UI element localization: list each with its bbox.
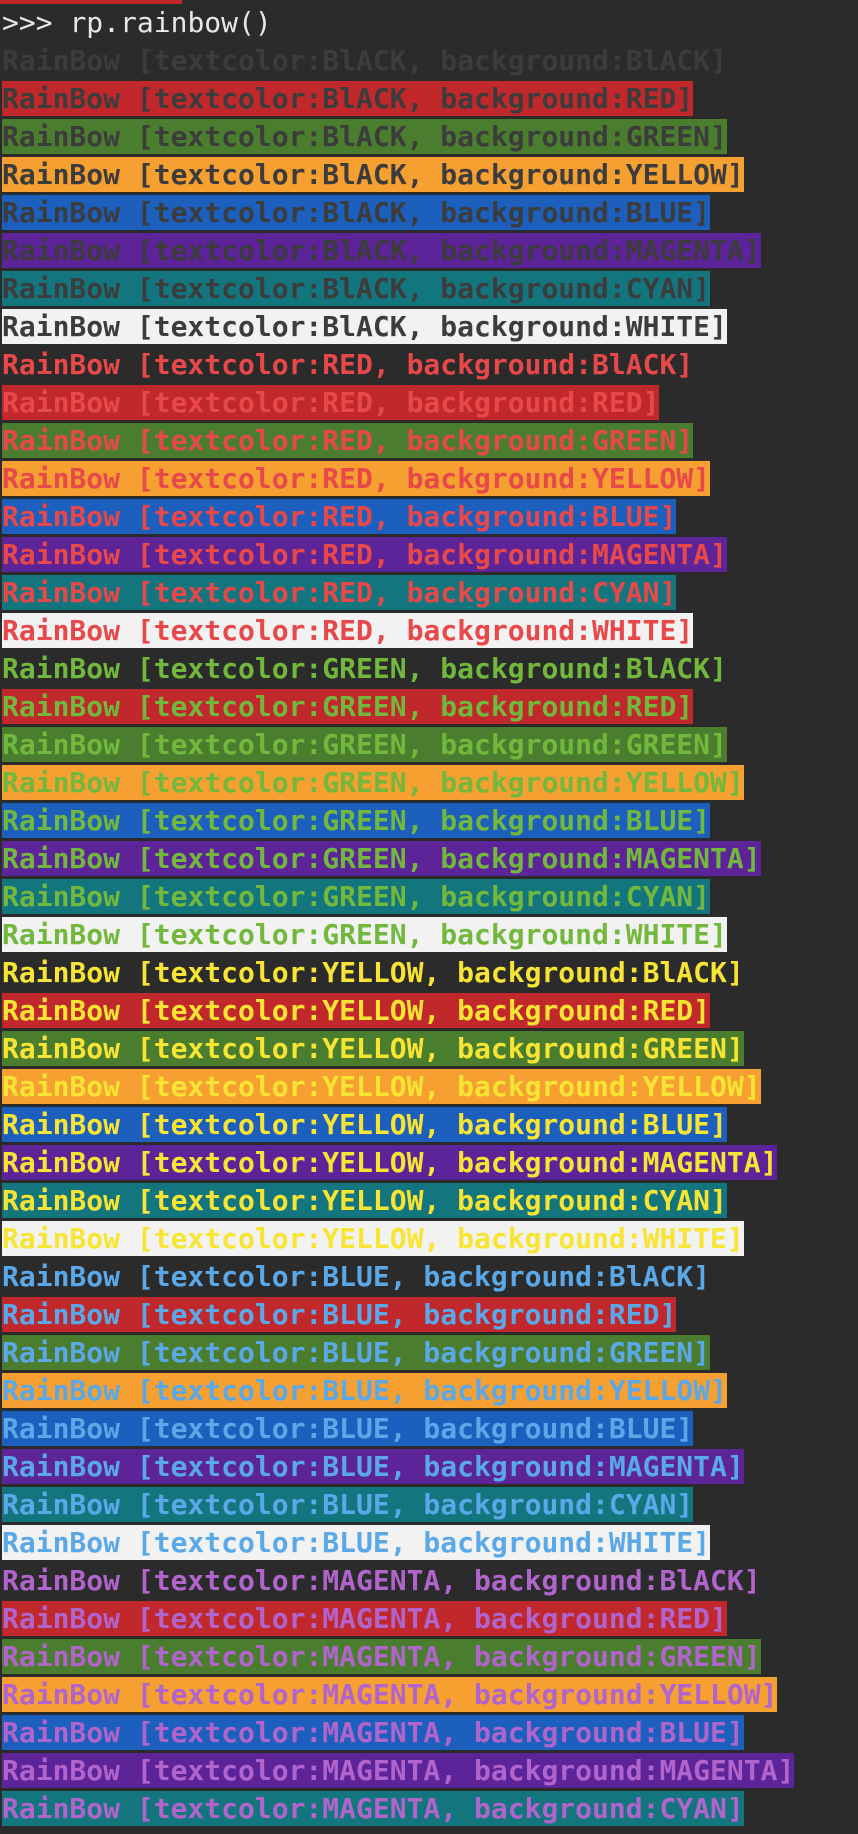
output-line-text: RainBow [textcolor:BlACK, background:BlA…: [2, 43, 727, 78]
output-line: RainBow [textcolor:BLUE, background:BLUE…: [2, 1410, 794, 1448]
output-line: RainBow [textcolor:BLUE, background:WHIT…: [2, 1524, 794, 1562]
output-line-text: RainBow [textcolor:YELLOW, background:GR…: [2, 1031, 744, 1066]
output-line-text: RainBow [textcolor:RED, background:CYAN]: [2, 575, 677, 610]
output-line-text: RainBow [textcolor:GREEN, background:WHI…: [2, 917, 727, 952]
output-line: RainBow [textcolor:RED, background:WHITE…: [2, 612, 794, 650]
output-line: RainBow [textcolor:BlACK, background:MAG…: [2, 232, 794, 270]
output-line: RainBow [textcolor:GREEN, background:RED…: [2, 688, 794, 726]
output-line-text: RainBow [textcolor:BLUE, background:CYAN…: [2, 1487, 694, 1522]
output-line: RainBow [textcolor:GREEN, background:WHI…: [2, 916, 794, 954]
output-line: RainBow [textcolor:MAGENTA, background:C…: [2, 1790, 794, 1828]
output-line: RainBow [textcolor:BLUE, background:RED]: [2, 1296, 794, 1334]
output-line-text: RainBow [textcolor:GREEN, background:RED…: [2, 689, 694, 724]
output-line-text: RainBow [textcolor:BLUE, background:YELL…: [2, 1373, 727, 1408]
output-line: RainBow [textcolor:RED, background:YELLO…: [2, 460, 794, 498]
output-line: RainBow [textcolor:YELLOW, background:YE…: [2, 1068, 794, 1106]
output-line: RainBow [textcolor:RED, background:GREEN…: [2, 422, 794, 460]
output-line-text: RainBow [textcolor:BlACK, background:YEL…: [2, 157, 744, 192]
output-line: RainBow [textcolor:RED, background:MAGEN…: [2, 536, 794, 574]
output-line-text: RainBow [textcolor:MAGENTA, background:G…: [2, 1639, 761, 1674]
output-line-text: RainBow [textcolor:BLUE, background:MAGE…: [2, 1449, 744, 1484]
output-line: RainBow [textcolor:RED, background:BlACK…: [2, 346, 794, 384]
output-line-text: RainBow [textcolor:GREEN, background:YEL…: [2, 765, 744, 800]
output-line-text: RainBow [textcolor:RED, background:WHITE…: [2, 613, 694, 648]
output-line-text: RainBow [textcolor:YELLOW, background:YE…: [2, 1069, 761, 1104]
output-line: RainBow [textcolor:YELLOW, background:WH…: [2, 1220, 794, 1258]
output-line: RainBow [textcolor:BLUE, background:GREE…: [2, 1334, 794, 1372]
output-line: RainBow [textcolor:MAGENTA, background:R…: [2, 1600, 794, 1638]
output-line: RainBow [textcolor:GREEN, background:MAG…: [2, 840, 794, 878]
prompt-marker: >>>: [2, 6, 70, 39]
output-line: RainBow [textcolor:BlACK, background:BLU…: [2, 194, 794, 232]
output-line-text: RainBow [textcolor:YELLOW, background:CY…: [2, 1183, 727, 1218]
output-line-text: RainBow [textcolor:MAGENTA, background:M…: [2, 1753, 795, 1788]
output-line-text: RainBow [textcolor:MAGENTA, background:R…: [2, 1601, 727, 1636]
output-line-text: RainBow [textcolor:RED, background:MAGEN…: [2, 537, 727, 572]
output-line: RainBow [textcolor:BLUE, background:MAGE…: [2, 1448, 794, 1486]
output-line: RainBow [textcolor:MAGENTA, background:G…: [2, 1638, 794, 1676]
output-line: RainBow [textcolor:BLUE, background:CYAN…: [2, 1486, 794, 1524]
output-line-text: RainBow [textcolor:BLUE, background:WHIT…: [2, 1525, 711, 1560]
output-line: RainBow [textcolor:GREEN, background:GRE…: [2, 726, 794, 764]
output-line-text: RainBow [textcolor:BlACK, background:CYA…: [2, 271, 711, 306]
output-line: RainBow [textcolor:BLUE, background:BlAC…: [2, 1258, 794, 1296]
output-line: RainBow [textcolor:BlACK, background:YEL…: [2, 156, 794, 194]
output-line-text: RainBow [textcolor:YELLOW, background:BL…: [2, 1107, 727, 1142]
output-line-text: RainBow [textcolor:MAGENTA, background:Y…: [2, 1677, 778, 1712]
output-line: RainBow [textcolor:GREEN, background:YEL…: [2, 764, 794, 802]
output-line: RainBow [textcolor:RED, background:CYAN]: [2, 574, 794, 612]
output-line-text: RainBow [textcolor:RED, background:BLUE]: [2, 499, 677, 534]
output-line-text: RainBow [textcolor:GREEN, background:BlA…: [2, 651, 727, 686]
output-line: RainBow [textcolor:YELLOW, background:MA…: [2, 1144, 794, 1182]
output-line: RainBow [textcolor:BlACK, background:WHI…: [2, 308, 794, 346]
prompt-line: >>> rp.rainbow(): [2, 4, 272, 42]
output-line: RainBow [textcolor:YELLOW, background:GR…: [2, 1030, 794, 1068]
output-line: RainBow [textcolor:BlACK, background:RED…: [2, 80, 794, 118]
output-line-text: RainBow [textcolor:GREEN, background:MAG…: [2, 841, 761, 876]
output-line-text: RainBow [textcolor:BlACK, background:RED…: [2, 81, 694, 116]
output-line: RainBow [textcolor:RED, background:RED]: [2, 384, 794, 422]
output-line-text: RainBow [textcolor:GREEN, background:CYA…: [2, 879, 711, 914]
output-line-text: RainBow [textcolor:YELLOW, background:MA…: [2, 1145, 778, 1180]
output-line-text: RainBow [textcolor:GREEN, background:BLU…: [2, 803, 711, 838]
output-line-text: RainBow [textcolor:MAGENTA, background:B…: [2, 1563, 761, 1598]
output-line: RainBow [textcolor:GREEN, background:BLU…: [2, 802, 794, 840]
output-line: RainBow [textcolor:YELLOW, background:BL…: [2, 1106, 794, 1144]
output-line-text: RainBow [textcolor:RED, background:RED]: [2, 385, 660, 420]
output-line-text: RainBow [textcolor:BLUE, background:GREE…: [2, 1335, 711, 1370]
output-line-text: RainBow [textcolor:YELLOW, background:WH…: [2, 1221, 744, 1256]
output-line-text: RainBow [textcolor:RED, background:GREEN…: [2, 423, 694, 458]
rainbow-output: RainBow [textcolor:BlACK, background:BlA…: [2, 42, 795, 1828]
output-line: RainBow [textcolor:GREEN, background:CYA…: [2, 878, 794, 916]
output-line-text: RainBow [textcolor:BlACK, background:BLU…: [2, 195, 711, 230]
output-line-text: RainBow [textcolor:BlACK, background:GRE…: [2, 119, 727, 154]
command-text: rp.rainbow(): [69, 6, 272, 39]
output-line: RainBow [textcolor:YELLOW, background:RE…: [2, 992, 794, 1030]
output-line-text: RainBow [textcolor:RED, background:YELLO…: [2, 461, 711, 496]
output-line: RainBow [textcolor:BlACK, background:BlA…: [2, 42, 794, 80]
output-line-text: RainBow [textcolor:BlACK, background:WHI…: [2, 309, 727, 344]
output-line: RainBow [textcolor:BlACK, background:GRE…: [2, 118, 794, 156]
output-line: RainBow [textcolor:MAGENTA, background:Y…: [2, 1676, 794, 1714]
output-line-text: RainBow [textcolor:BlACK, background:MAG…: [2, 233, 761, 268]
output-line-text: RainBow [textcolor:MAGENTA, background:B…: [2, 1715, 744, 1750]
output-line: RainBow [textcolor:MAGENTA, background:M…: [2, 1752, 795, 1790]
output-line: RainBow [textcolor:BLUE, background:YELL…: [2, 1372, 794, 1410]
output-line-text: RainBow [textcolor:BLUE, background:RED]: [2, 1297, 677, 1332]
output-line-text: RainBow [textcolor:GREEN, background:GRE…: [2, 727, 727, 762]
output-line-text: RainBow [textcolor:RED, background:BlACK…: [2, 347, 694, 382]
output-line-text: RainBow [textcolor:MAGENTA, background:C…: [2, 1791, 744, 1826]
output-line-text: RainBow [textcolor:YELLOW, background:Bl…: [2, 955, 744, 990]
output-line-text: RainBow [textcolor:BLUE, background:BlAC…: [2, 1259, 711, 1294]
output-line-text: RainBow [textcolor:BLUE, background:BLUE…: [2, 1411, 694, 1446]
output-line-text: RainBow [textcolor:YELLOW, background:RE…: [2, 993, 711, 1028]
output-line: RainBow [textcolor:YELLOW, background:CY…: [2, 1182, 794, 1220]
terminal-window[interactable]: >>> rp.rainbow() RainBow [textcolor:BlAC…: [0, 0, 858, 1834]
output-line: RainBow [textcolor:GREEN, background:BlA…: [2, 650, 794, 688]
output-line: RainBow [textcolor:YELLOW, background:Bl…: [2, 954, 794, 992]
output-line: RainBow [textcolor:MAGENTA, background:B…: [2, 1562, 794, 1600]
output-line: RainBow [textcolor:MAGENTA, background:B…: [2, 1714, 794, 1752]
output-line: RainBow [textcolor:BlACK, background:CYA…: [2, 270, 794, 308]
output-line: RainBow [textcolor:RED, background:BLUE]: [2, 498, 794, 536]
